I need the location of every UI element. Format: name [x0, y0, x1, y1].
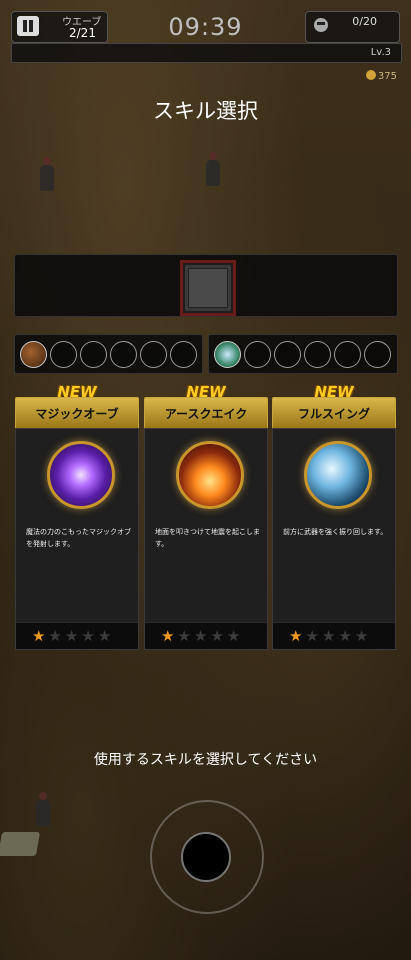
- star-icon: ★: [81, 626, 95, 645]
- kill-panel: 0/20: [305, 11, 400, 43]
- weapon-skill-row: [14, 334, 203, 374]
- player-sprite: [36, 792, 50, 826]
- card-body: 前方に武器を強く振り回します。 ★ ★ ★ ★ ★: [272, 428, 396, 650]
- level-label: Lv.3: [370, 47, 391, 58]
- enemy-sprite: [206, 152, 220, 186]
- skill-card-magic-orb[interactable]: NEW マジックオーブ 魔法の力のこもったマジックオブを発射します。 ★ ★ ★…: [15, 383, 139, 650]
- card-title-bar: マジックオーブ: [15, 397, 139, 429]
- card-title: マジックオーブ: [35, 406, 119, 421]
- empty-skill-slot: [170, 341, 197, 368]
- full-swing-icon: [304, 441, 372, 509]
- empty-skill-slot: [364, 341, 391, 368]
- coin-counter: 375: [365, 70, 397, 82]
- star-icon: ★: [289, 626, 303, 645]
- card-title-bar: フルスイング: [272, 397, 396, 429]
- passive-skill-row: [208, 334, 398, 374]
- empty-skill-slot: [274, 341, 301, 368]
- card-title: フルスイング: [297, 406, 370, 421]
- coin-icon: [365, 70, 376, 80]
- earthquake-icon: [176, 441, 244, 509]
- skull-icon: [314, 18, 328, 32]
- empty-skill-slot: [304, 341, 331, 368]
- empty-skill-slot: [110, 341, 137, 368]
- skill-card-full-swing[interactable]: NEW フルスイング 前方に武器を強く振り回します。 ★ ★ ★ ★ ★: [272, 383, 396, 650]
- page-title: スキル選択: [153, 99, 258, 123]
- armor-icon: [214, 341, 241, 368]
- star-icon: ★: [305, 626, 319, 645]
- star-icon: ★: [97, 626, 112, 645]
- star-rating: ★ ★ ★ ★ ★: [145, 622, 267, 649]
- star-icon: ★: [210, 626, 224, 645]
- empty-skill-slot: [80, 341, 107, 368]
- card-body: 魔法の力のこもったマジックオブを発射します。 ★ ★ ★ ★ ★: [15, 428, 139, 650]
- magic-orb-icon: [47, 441, 115, 509]
- card-description: 地面を叩きつけて地震を起こします。: [155, 528, 260, 548]
- star-rating: ★ ★ ★ ★ ★: [16, 622, 138, 649]
- card-title-bar: アースクエイク: [144, 397, 268, 429]
- weapon-icon: [20, 341, 47, 368]
- enemy-sprite: [40, 157, 54, 191]
- coin-value: 375: [377, 71, 397, 82]
- star-icon: ★: [32, 626, 46, 645]
- star-icon: ★: [338, 626, 352, 645]
- instruction-text: 使用するスキルを選択してください: [93, 752, 318, 768]
- star-icon: ★: [64, 626, 79, 645]
- star-icon: ★: [177, 626, 191, 645]
- empty-skill-slot: [334, 341, 361, 368]
- card-description: 前方に武器を強く振り回します。: [283, 528, 388, 536]
- card-body: 地面を叩きつけて地震を起こします。 ★ ★ ★ ★ ★: [144, 428, 268, 650]
- card-title: アースクエイク: [164, 406, 248, 421]
- star-icon: ★: [193, 626, 208, 645]
- skill-card-earthquake[interactable]: NEW アースクエイク 地面を叩きつけて地震を起こします。 ★ ★ ★ ★ ★: [144, 383, 268, 650]
- star-icon: ★: [226, 626, 241, 645]
- star-icon: ★: [321, 626, 336, 645]
- empty-skill-slot: [244, 341, 271, 368]
- selected-skill-slot: [180, 260, 236, 316]
- empty-skill-slot: [50, 341, 77, 368]
- kill-count: 0/20: [352, 15, 377, 28]
- star-icon: ★: [354, 626, 369, 645]
- star-icon: ★: [161, 626, 175, 645]
- empty-skill-slot: [140, 341, 167, 368]
- joystick-knob[interactable]: [181, 832, 231, 882]
- experience-bar: Lv.3: [11, 43, 402, 63]
- rock: [0, 832, 41, 856]
- card-description: 魔法の力のこもったマジックオブを発射します。: [26, 528, 131, 548]
- star-icon: ★: [48, 626, 62, 645]
- selected-skill-panel: [14, 254, 398, 317]
- star-rating: ★ ★ ★ ★ ★: [273, 622, 395, 649]
